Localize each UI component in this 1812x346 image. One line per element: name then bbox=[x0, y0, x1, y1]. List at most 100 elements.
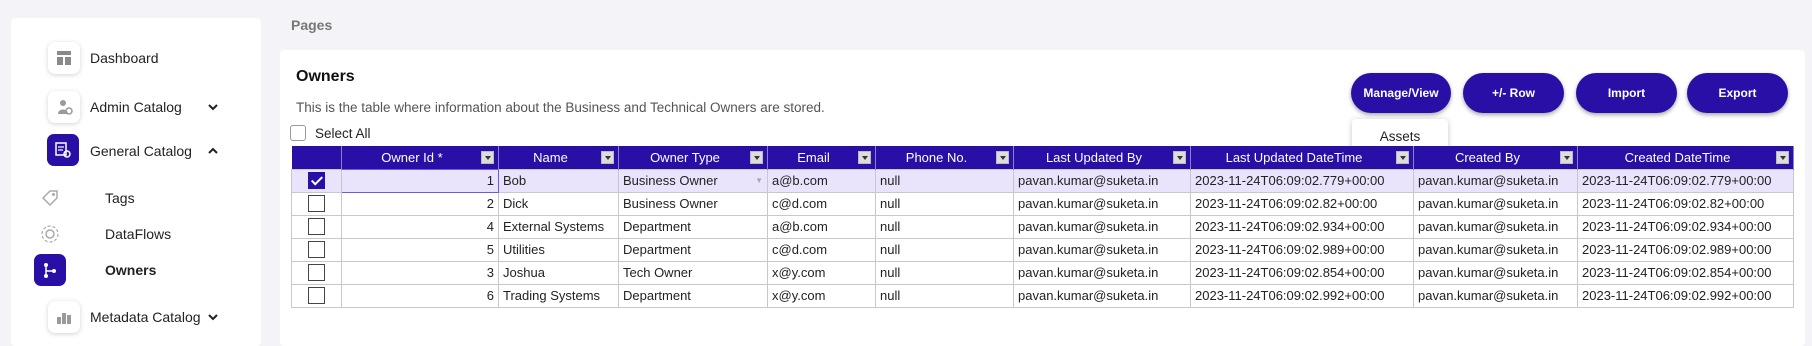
name-cell[interactable]: Trading Systems bbox=[498, 283, 619, 308]
phone-cell[interactable]: null bbox=[875, 191, 1014, 216]
owner-type-cell[interactable]: Department bbox=[618, 214, 768, 239]
owner-id-cell[interactable]: 4 bbox=[341, 214, 499, 239]
table-row[interactable]: 2 Dick Business Owner c@d.com null pavan… bbox=[291, 191, 1794, 216]
filter-icon[interactable] bbox=[1560, 151, 1573, 164]
column-header[interactable]: Created By bbox=[1413, 146, 1578, 169]
created-datetime-cell[interactable]: 2023-11-24T06:09:02.992+00:00 bbox=[1577, 283, 1794, 308]
owner-type-cell[interactable]: Department bbox=[618, 283, 768, 308]
created-by-cell[interactable]: pavan.kumar@suketa.in bbox=[1413, 168, 1578, 193]
column-header[interactable]: Name bbox=[498, 146, 619, 169]
filter-icon[interactable] bbox=[750, 151, 763, 164]
phone-cell[interactable]: null bbox=[875, 214, 1014, 239]
chevron-up-icon[interactable] bbox=[207, 145, 219, 157]
email-cell[interactable]: x@y.com bbox=[767, 260, 876, 285]
filter-icon[interactable] bbox=[1173, 151, 1186, 164]
column-header[interactable]: Created DateTime bbox=[1577, 146, 1794, 169]
row-select-cell[interactable] bbox=[291, 237, 342, 262]
created-by-cell[interactable]: pavan.kumar@suketa.in bbox=[1413, 214, 1578, 239]
owner-type-cell[interactable]: Business Owner ▼ bbox=[618, 168, 768, 193]
last-updated-by-cell[interactable]: pavan.kumar@suketa.in bbox=[1013, 168, 1191, 193]
sidebar-item-tags[interactable]: Tags bbox=[11, 179, 261, 217]
sidebar-item-owners[interactable]: Owners bbox=[11, 251, 261, 289]
phone-cell[interactable]: null bbox=[875, 237, 1014, 262]
created-datetime-cell[interactable]: 2023-11-24T06:09:02.989+00:00 bbox=[1577, 237, 1794, 262]
created-datetime-cell[interactable]: 2023-11-24T06:09:02.82+00:00 bbox=[1577, 191, 1794, 216]
email-cell[interactable]: c@d.com bbox=[767, 191, 876, 216]
row-checkbox[interactable] bbox=[308, 241, 325, 259]
column-header[interactable]: Owner Type bbox=[618, 146, 768, 169]
row-checkbox[interactable] bbox=[308, 218, 325, 236]
column-header[interactable]: Owner Id * bbox=[341, 146, 499, 169]
phone-cell[interactable]: null bbox=[875, 283, 1014, 308]
row-checkbox[interactable] bbox=[308, 264, 325, 282]
filter-icon[interactable] bbox=[858, 151, 871, 164]
owner-id-cell[interactable]: 2 bbox=[341, 191, 499, 216]
manage-view-button[interactable]: Manage/View bbox=[1351, 73, 1451, 113]
owner-type-cell[interactable]: Tech Owner bbox=[618, 260, 768, 285]
column-header[interactable]: Last Updated By bbox=[1013, 146, 1191, 169]
row-checkbox[interactable] bbox=[308, 287, 325, 305]
phone-cell[interactable]: null bbox=[875, 260, 1014, 285]
last-updated-datetime-cell[interactable]: 2023-11-24T06:09:02.989+00:00 bbox=[1190, 237, 1414, 262]
created-by-cell[interactable]: pavan.kumar@suketa.in bbox=[1413, 191, 1578, 216]
column-header[interactable]: Email bbox=[767, 146, 876, 169]
row-checkbox[interactable] bbox=[308, 172, 325, 190]
row-select-cell[interactable] bbox=[291, 168, 342, 193]
row-select-cell[interactable] bbox=[291, 260, 342, 285]
last-updated-datetime-cell[interactable]: 2023-11-24T06:09:02.854+00:00 bbox=[1190, 260, 1414, 285]
last-updated-by-cell[interactable]: pavan.kumar@suketa.in bbox=[1013, 237, 1191, 262]
sidebar-item-dataflows[interactable]: DataFlows bbox=[11, 215, 261, 253]
import-button[interactable]: Import bbox=[1576, 73, 1677, 113]
sidebar-item-admin-catalog[interactable]: Admin Catalog bbox=[11, 88, 261, 126]
row-select-cell[interactable] bbox=[291, 283, 342, 308]
filter-icon[interactable] bbox=[481, 151, 494, 164]
last-updated-by-cell[interactable]: pavan.kumar@suketa.in bbox=[1013, 260, 1191, 285]
email-cell[interactable]: a@b.com bbox=[767, 168, 876, 193]
chevron-down-icon[interactable] bbox=[207, 101, 219, 113]
name-cell[interactable]: External Systems bbox=[498, 214, 619, 239]
created-datetime-cell[interactable]: 2023-11-24T06:09:02.779+00:00 bbox=[1577, 168, 1794, 193]
sidebar-item-dashboard[interactable]: Dashboard bbox=[11, 39, 261, 77]
owner-id-cell[interactable]: 3 bbox=[341, 260, 499, 285]
last-updated-by-cell[interactable]: pavan.kumar@suketa.in bbox=[1013, 283, 1191, 308]
owner-type-cell[interactable]: Business Owner bbox=[618, 191, 768, 216]
last-updated-datetime-cell[interactable]: 2023-11-24T06:09:02.992+00:00 bbox=[1190, 283, 1414, 308]
name-cell[interactable]: Joshua bbox=[498, 260, 619, 285]
created-by-cell[interactable]: pavan.kumar@suketa.in bbox=[1413, 260, 1578, 285]
filter-icon[interactable] bbox=[1776, 151, 1789, 164]
filter-icon[interactable] bbox=[1396, 151, 1409, 164]
name-cell[interactable]: Bob bbox=[498, 168, 619, 193]
column-header[interactable]: Phone No. bbox=[875, 146, 1014, 169]
last-updated-by-cell[interactable]: pavan.kumar@suketa.in bbox=[1013, 191, 1191, 216]
export-button[interactable]: Export bbox=[1687, 73, 1788, 113]
column-header[interactable]: Last Updated DateTime bbox=[1190, 146, 1414, 169]
created-datetime-cell[interactable]: 2023-11-24T06:09:02.934+00:00 bbox=[1577, 214, 1794, 239]
last-updated-datetime-cell[interactable]: 2023-11-24T06:09:02.82+00:00 bbox=[1190, 191, 1414, 216]
table-row[interactable]: 5 Utilities Department c@d.com null pava… bbox=[291, 237, 1794, 262]
created-by-cell[interactable]: pavan.kumar@suketa.in bbox=[1413, 237, 1578, 262]
last-updated-datetime-cell[interactable]: 2023-11-24T06:09:02.779+00:00 bbox=[1190, 168, 1414, 193]
filter-icon[interactable] bbox=[996, 151, 1009, 164]
chevron-down-icon[interactable] bbox=[207, 311, 219, 323]
table-row[interactable]: 1 Bob Business Owner ▼ a@b.com null pavan… bbox=[291, 168, 1794, 193]
last-updated-datetime-cell[interactable]: 2023-11-24T06:09:02.934+00:00 bbox=[1190, 214, 1414, 239]
owner-type-cell[interactable]: Department bbox=[618, 237, 768, 262]
row-checkbox[interactable] bbox=[308, 195, 325, 213]
last-updated-by-cell[interactable]: pavan.kumar@suketa.in bbox=[1013, 214, 1191, 239]
table-row[interactable]: 6 Trading Systems Department x@y.com nul… bbox=[291, 283, 1794, 308]
created-datetime-cell[interactable]: 2023-11-24T06:09:02.854+00:00 bbox=[1577, 260, 1794, 285]
sidebar-item-general-catalog[interactable]: General Catalog bbox=[11, 132, 261, 170]
row-select-cell[interactable] bbox=[291, 191, 342, 216]
owner-id-cell[interactable]: 6 bbox=[341, 283, 499, 308]
created-by-cell[interactable]: pavan.kumar@suketa.in bbox=[1413, 283, 1578, 308]
select-column-header[interactable] bbox=[291, 146, 342, 169]
owner-id-cell[interactable]: 5 bbox=[341, 237, 499, 262]
owner-id-cell[interactable]: 1 bbox=[341, 168, 499, 193]
email-cell[interactable]: x@y.com bbox=[767, 283, 876, 308]
phone-cell[interactable]: null bbox=[875, 168, 1014, 193]
name-cell[interactable]: Utilities bbox=[498, 237, 619, 262]
filter-icon[interactable] bbox=[601, 151, 614, 164]
email-cell[interactable]: c@d.com bbox=[767, 237, 876, 262]
name-cell[interactable]: Dick bbox=[498, 191, 619, 216]
table-row[interactable]: 3 Joshua Tech Owner x@y.com null pavan.k… bbox=[291, 260, 1794, 285]
